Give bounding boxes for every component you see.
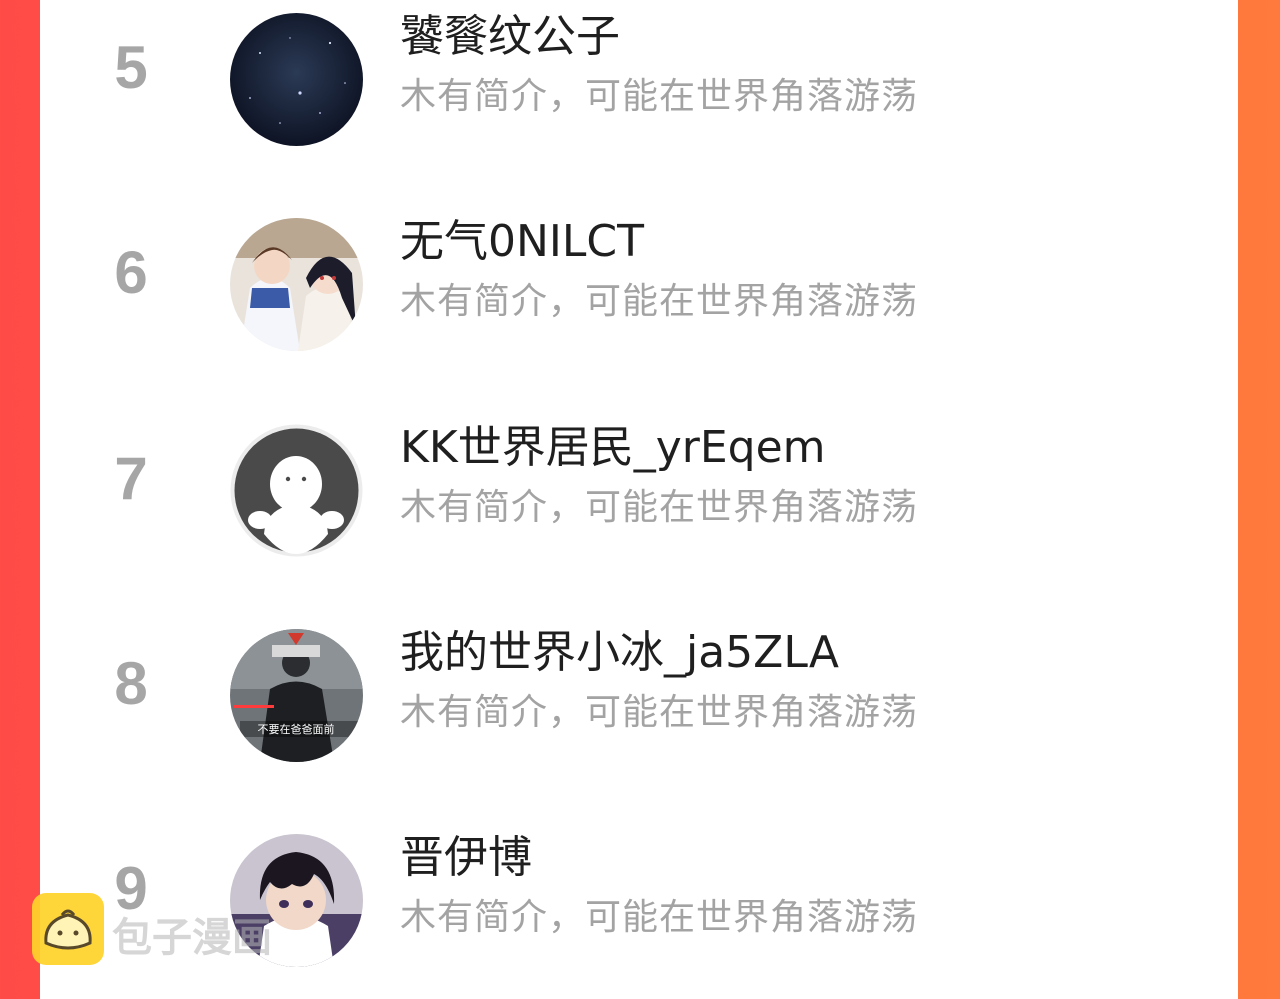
ranking-list: 5 饕餮纹公子 木有简介，可能在世界角落游荡 6 无气0NILCT 木有简介，可… [40,0,1238,999]
bun-logo-icon [32,893,104,965]
watermark-text: 包子漫画 [112,915,272,961]
user-bio: 木有简介，可能在世界角落游荡 [400,76,919,117]
avatar[interactable] [230,424,363,557]
user-bio: 木有简介，可能在世界角落游荡 [400,487,919,528]
rank-number: 8 [114,650,148,717]
user-name[interactable]: 我的世界小冰_ja5ZLA [400,627,839,679]
rank-number: 6 [114,239,148,306]
list-item[interactable]: 7 KK世界居民_yrEqem 木有简介，可能在世界角落游荡 [40,411,1238,616]
user-bio: 木有简介，可能在世界角落游荡 [400,897,919,938]
user-name[interactable]: KK世界居民_yrEqem [400,422,826,474]
avatar[interactable]: 不要在爸爸面前 [230,629,363,762]
avatar[interactable] [230,13,363,146]
rank-number: 7 [114,445,148,512]
list-item[interactable]: 5 饕餮纹公子 木有简介，可能在世界角落游荡 [40,0,1238,205]
user-name[interactable]: 晋伊博 [400,832,532,884]
list-item[interactable]: 6 无气0NILCT 木有简介，可能在世界角落游荡 [40,205,1238,410]
user-name[interactable]: 无气0NILCT [400,216,644,268]
avatar-caption: 不要在爸爸面前 [258,722,335,736]
user-bio: 木有简介，可能在世界角落游荡 [400,692,919,733]
list-item[interactable]: 8 不要在爸爸面前 我的世界小冰_ja5ZLA 木有简介，可能在世界角落游荡 [40,616,1238,821]
user-bio: 木有简介，可能在世界角落游荡 [400,281,919,322]
rank-number: 5 [114,34,148,101]
user-name[interactable]: 饕餮纹公子 [400,11,620,63]
avatar[interactable] [230,218,363,351]
